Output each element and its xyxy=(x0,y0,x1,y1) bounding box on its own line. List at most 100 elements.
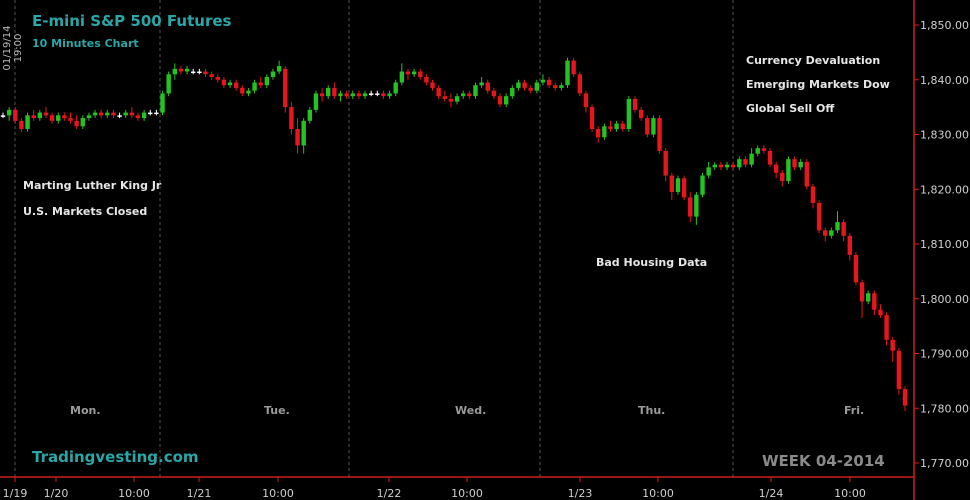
candle-body-up xyxy=(510,87,515,97)
candle-body-up xyxy=(375,93,380,95)
candle-body-down xyxy=(68,118,73,121)
candle-body-up xyxy=(700,175,705,195)
candle-body-down xyxy=(528,87,533,91)
candle-body-up xyxy=(92,112,98,116)
x-tick-label: 1/23 xyxy=(568,487,593,500)
y-tick-label: 1,820.00 xyxy=(920,183,969,196)
candle-body-down xyxy=(718,164,724,168)
y-tick-label: 1,840.00 xyxy=(920,74,969,87)
candle-body-down xyxy=(43,112,49,116)
candle-body-down xyxy=(890,339,895,351)
candle-body-up xyxy=(479,82,484,86)
candle-body-down xyxy=(344,93,349,97)
candle-body-up xyxy=(313,93,319,110)
candle-body-up xyxy=(865,293,871,302)
candle-body-down xyxy=(767,150,773,165)
candle-body-up xyxy=(835,222,840,231)
candle-body-down xyxy=(608,126,613,130)
candle-body-down xyxy=(681,178,687,198)
candle-body-down xyxy=(258,82,263,86)
candle-body-up xyxy=(123,112,128,116)
candle-body-down xyxy=(632,98,638,110)
annotation-mlk: Marting Luther King Jr xyxy=(23,179,162,192)
candle-body-down xyxy=(491,90,497,97)
x-tick-label: 1/24 xyxy=(759,487,784,500)
candle-body-up xyxy=(264,77,270,86)
day-label-wed: Wed. xyxy=(455,404,487,417)
candle-body-down xyxy=(332,87,337,97)
candle-body-up xyxy=(105,112,110,116)
candle-body-up xyxy=(829,230,834,236)
candle-body-up xyxy=(350,93,355,97)
candle-body-down xyxy=(424,77,429,83)
candle-body-down xyxy=(405,71,411,75)
y-tick-label: 1,770.00 xyxy=(920,457,969,470)
candle-body-down xyxy=(203,71,208,75)
candle-body-down xyxy=(295,129,300,146)
candle-body-down xyxy=(884,315,889,340)
candle-body-down xyxy=(240,87,245,94)
candle-body-down xyxy=(215,77,220,80)
candle-body-down xyxy=(792,159,797,168)
candle-body-up xyxy=(160,93,165,113)
candle-body-up xyxy=(86,115,92,119)
y-tick-label: 1,810.00 xyxy=(920,238,969,251)
candle-body-down xyxy=(74,120,79,127)
candle-body-up xyxy=(37,112,43,119)
candle-body-up xyxy=(270,71,276,78)
candle-body-down xyxy=(430,82,435,88)
chart-timestamp: 01/19/14 19:00 xyxy=(2,25,24,71)
candle-body-up xyxy=(246,90,251,94)
candle-body-down xyxy=(902,389,908,406)
candle-body-down xyxy=(135,115,141,119)
y-tick-label: 1,830.00 xyxy=(920,129,969,142)
candle-body-up xyxy=(387,93,392,97)
candle-body-up xyxy=(755,148,760,154)
chart-title: E-mini S&P 500 Futures xyxy=(32,12,232,30)
candle-body-up xyxy=(534,82,540,91)
candle-body-down xyxy=(111,112,116,116)
candle-body-up xyxy=(626,98,632,130)
candle-body-down xyxy=(657,118,662,151)
candle-body-up xyxy=(749,153,754,165)
candle-body-up xyxy=(172,68,178,75)
x-tick-label: 10:00 xyxy=(451,487,483,500)
candle-body-down xyxy=(595,129,601,138)
candle-body-up xyxy=(0,115,6,117)
candle-body-up xyxy=(141,112,147,119)
candle-body-down xyxy=(289,107,294,130)
candle-body-down xyxy=(847,235,852,255)
candle-body-down xyxy=(319,93,325,97)
candle-body-down xyxy=(872,293,877,310)
candle-body-up xyxy=(454,96,460,102)
candle-body-up xyxy=(694,194,699,217)
candle-body-down xyxy=(878,309,883,316)
candle-body-down xyxy=(663,150,668,176)
y-tick-label: 1,800.00 xyxy=(920,293,969,306)
candle-body-up xyxy=(712,164,717,168)
candle-body-down xyxy=(896,350,902,390)
candle-body-up xyxy=(307,109,313,121)
candle-body-up xyxy=(651,118,656,135)
candle-body-up xyxy=(516,82,521,88)
candle-body-down xyxy=(442,96,447,99)
candle-body-up xyxy=(6,109,12,116)
candle-body-up xyxy=(197,71,202,74)
candle-body-down xyxy=(589,107,595,130)
candle-body-down xyxy=(773,164,779,173)
candle-body-up xyxy=(25,115,30,130)
candle-body-up xyxy=(724,164,730,168)
candle-body-down xyxy=(810,186,816,203)
candle-body-up xyxy=(184,68,190,72)
candle-body-down xyxy=(98,112,104,116)
annotation-housing: Bad Housing Data xyxy=(596,256,708,269)
candle-body-down xyxy=(841,222,846,236)
candle-body-down xyxy=(497,96,503,105)
x-tick-label: 1/20 xyxy=(44,487,69,500)
candle-body-down xyxy=(804,161,810,187)
candle-body-up xyxy=(227,82,233,86)
brand-label: Tradingvesting.com xyxy=(32,448,199,466)
candle-body-down xyxy=(859,282,865,302)
candle-body-up xyxy=(368,93,374,95)
candle-body-down xyxy=(436,87,441,97)
